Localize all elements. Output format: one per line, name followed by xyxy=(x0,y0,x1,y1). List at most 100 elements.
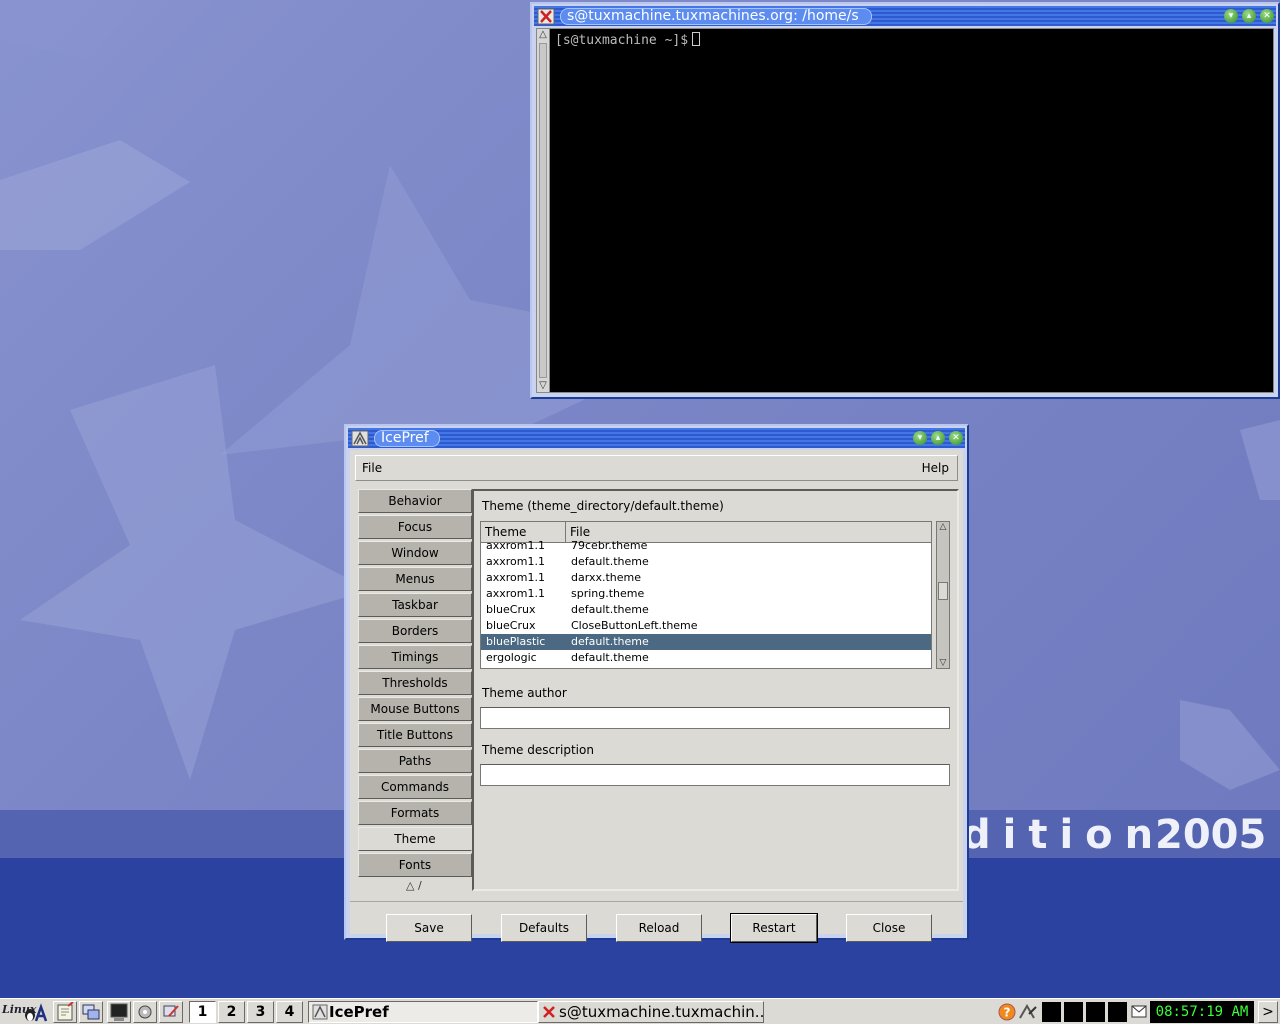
theme-name-cell: axxrom1.1 xyxy=(486,571,545,584)
theme-row[interactable]: axxrom1.1 default.theme xyxy=(481,554,931,570)
svg-text:?: ? xyxy=(1004,1006,1011,1020)
cpu-monitor xyxy=(1042,1002,1061,1022)
tab-timings[interactable]: Timings xyxy=(358,645,472,669)
theme-name-cell: axxrom1.1 xyxy=(486,539,545,552)
menu-help[interactable]: Help xyxy=(922,461,949,475)
settings-launcher-icon[interactable] xyxy=(133,1001,157,1023)
tab-commands[interactable]: Commands xyxy=(358,775,472,799)
network-launcher-icon[interactable] xyxy=(159,1001,183,1023)
theme-list[interactable]: Theme File axxrom1.1 79cebr.theme axxrom1.… xyxy=(480,521,932,669)
terminal-launcher-icon[interactable] xyxy=(107,1001,131,1023)
terminal-titlebar[interactable]: s@tuxmachine.tuxmachines.org: /home/s ▾ … xyxy=(534,6,1276,26)
theme-row[interactable]: bluePlastic default.theme xyxy=(481,634,931,650)
scroll-up-icon[interactable]: △ xyxy=(937,522,949,532)
close-icon[interactable]: ✕ xyxy=(949,431,963,445)
tab-formats[interactable]: Formats xyxy=(358,801,472,825)
icepref-title: IcePref xyxy=(374,430,440,447)
tab-taskbar[interactable]: Taskbar xyxy=(358,593,472,617)
theme-author-field[interactable] xyxy=(480,707,950,729)
tab-borders[interactable]: Borders xyxy=(358,619,472,643)
terminal-prompt-line: [s@tuxmachine ~]$ xyxy=(555,32,701,48)
minimize-icon[interactable]: ▾ xyxy=(1224,9,1238,23)
terminal-screen[interactable]: △ ▽ [s@tuxmachine ~]$ xyxy=(536,28,1274,393)
icepref-app-icon xyxy=(312,1004,328,1020)
window-list-icon[interactable] xyxy=(79,1001,103,1023)
tab-scroll-indicator[interactable]: △ / xyxy=(406,879,422,892)
theme-file-cell: default.theme xyxy=(571,603,649,616)
tab-paths[interactable]: Paths xyxy=(358,749,472,773)
editor-launcher-icon[interactable] xyxy=(53,1001,77,1023)
theme-name-cell: axxrom1.1 xyxy=(486,555,545,568)
theme-file-cell: default.theme xyxy=(571,635,649,648)
x-app-icon[interactable] xyxy=(537,8,555,25)
workspace-button-1[interactable]: 1 xyxy=(189,1001,216,1023)
terminal-title: s@tuxmachine.tuxmachines.org: /home/s xyxy=(560,8,872,25)
theme-list-scrollbar[interactable]: △ ▽ xyxy=(936,521,950,669)
text-cursor xyxy=(692,32,701,46)
network-status-icon[interactable] xyxy=(1017,1002,1039,1022)
scrollbar-thumb[interactable] xyxy=(938,582,948,600)
scroll-down-icon[interactable]: ▽ xyxy=(937,658,949,668)
terminal-window[interactable]: s@tuxmachine.tuxmachines.org: /home/s ▾ … xyxy=(530,2,1280,399)
theme-name-cell: bluePlastic xyxy=(486,635,546,648)
task-label: IcePref xyxy=(329,1003,389,1021)
net-monitor xyxy=(1086,1002,1105,1022)
workspace-button-3[interactable]: 3 xyxy=(247,1001,274,1023)
theme-name-cell: blueCrux xyxy=(486,603,536,616)
tab-focus[interactable]: Focus xyxy=(358,515,472,539)
theme-row[interactable]: axxrom1.1 spring.theme xyxy=(481,586,931,602)
tab-mouse-buttons[interactable]: Mouse Buttons xyxy=(358,697,472,721)
tab-title-buttons[interactable]: Title Buttons xyxy=(358,723,472,747)
theme-file-cell: 79cebr.theme xyxy=(571,539,648,552)
start-menu-button[interactable]: Linux xyxy=(0,1001,52,1023)
category-tabs: BehaviorFocusWindow PlacementMenusTaskba… xyxy=(358,489,472,897)
theme-file-cell: CloseButtonLeft.theme xyxy=(571,619,698,632)
dialog-buttons: Save Defaults Reload Restart Close xyxy=(350,901,963,946)
wallpaper-year-text: 2005 xyxy=(1155,812,1267,858)
save-button[interactable]: Save xyxy=(386,914,472,942)
theme-name-cell: axxrom1.1 xyxy=(486,587,545,600)
help-icon[interactable]: ? xyxy=(998,1003,1016,1021)
linux-logo-icon: Linux xyxy=(1,1003,48,1022)
workspace-button-2[interactable]: 2 xyxy=(218,1001,245,1023)
theme-name-cell: blueCrux xyxy=(486,619,536,632)
tab-menus[interactable]: Menus xyxy=(358,567,472,591)
theme-row[interactable]: ergologic default.theme xyxy=(481,650,931,666)
minimize-icon[interactable]: ▾ xyxy=(913,431,927,445)
tab-theme[interactable]: Theme xyxy=(358,827,472,851)
scroll-down-icon[interactable]: ▽ xyxy=(537,380,549,392)
task-icepref[interactable]: IcePref xyxy=(308,1001,538,1023)
theme-label: Theme (theme_directory/default.theme) xyxy=(482,499,724,513)
theme-row[interactable]: axxrom1.1 darxx.theme xyxy=(481,570,931,586)
restart-button[interactable]: Restart xyxy=(730,913,818,943)
theme-description-field[interactable] xyxy=(480,764,950,786)
menu-file[interactable]: File xyxy=(362,461,382,475)
maximize-icon[interactable]: ▴ xyxy=(1242,9,1256,23)
theme-row[interactable]: blueCrux CloseButtonLeft.theme xyxy=(481,618,931,634)
scrollbar-thumb[interactable] xyxy=(539,43,547,378)
defaults-button[interactable]: Defaults xyxy=(501,914,587,942)
icepref-titlebar[interactable]: IcePref ▾ ▴ ✕ xyxy=(348,428,965,448)
tab-thresholds[interactable]: Thresholds xyxy=(358,671,472,695)
task-terminal[interactable]: s@tuxmachine.tuxmachin... xyxy=(538,1001,764,1023)
scroll-up-icon[interactable]: △ xyxy=(537,29,549,41)
theme-row[interactable]: axxrom1.1 79cebr.theme xyxy=(481,538,931,554)
close-icon[interactable]: ✕ xyxy=(1260,9,1274,23)
mail-icon[interactable] xyxy=(1131,1005,1147,1018)
reload-button[interactable]: Reload xyxy=(616,914,702,942)
theme-row[interactable]: blueCrux default.theme xyxy=(481,602,931,618)
maximize-icon[interactable]: ▴ xyxy=(931,431,945,445)
icepref-window[interactable]: IcePref ▾ ▴ ✕ File Help Behavior Focus Win… xyxy=(344,424,969,943)
terminal-prompt: [s@tuxmachine ~]$ xyxy=(555,33,689,48)
tab-window-placement[interactable]: Window Placement xyxy=(358,541,472,582)
workspace-button-4[interactable]: 4 xyxy=(276,1001,303,1023)
icepref-content: File Help BehaviorFocusWindow PlacementM… xyxy=(350,450,963,943)
close-button[interactable]: Close xyxy=(846,914,932,942)
terminal-scrollbar[interactable]: △ ▽ xyxy=(537,29,550,392)
icepref-app-icon[interactable] xyxy=(351,430,369,447)
tab-fonts[interactable]: Fonts xyxy=(358,853,472,877)
tab-behavior[interactable]: Behavior xyxy=(358,489,472,513)
x-app-icon xyxy=(543,1006,555,1018)
taskbar-more-button[interactable]: > xyxy=(1258,1001,1278,1023)
clock[interactable]: 08:57:19 AM xyxy=(1150,1001,1254,1023)
